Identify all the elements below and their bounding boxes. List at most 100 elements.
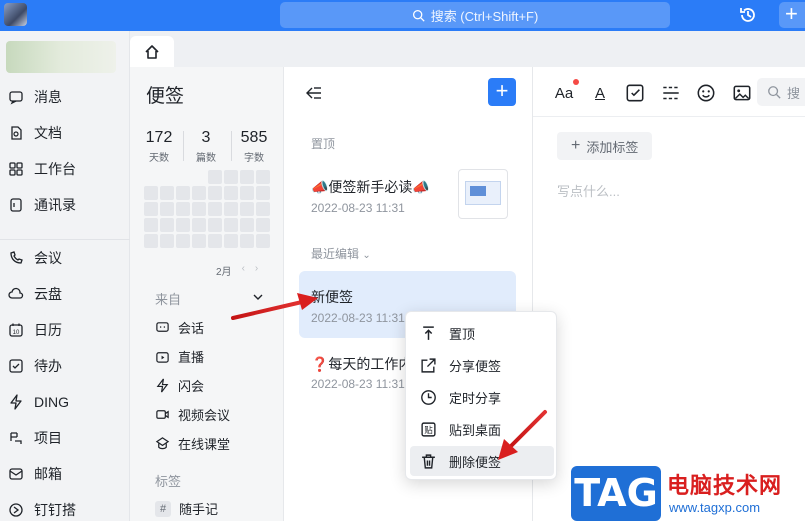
stat-label: 字数 [244, 153, 264, 164]
stat-label: 天数 [149, 153, 169, 164]
font-color-icon[interactable]: A [589, 82, 611, 104]
sidebar-item-project[interactable]: 项目 [8, 426, 62, 450]
note-title: 📣便签新手必读📣 [311, 179, 430, 195]
note-context-menu: 置顶 分享便签 定时分享 贴 贴到桌面 删除便签 [405, 311, 557, 480]
site-watermark: TAG 电脑技术网 www.tagxp.com [571, 466, 805, 521]
activity-heatmap [144, 170, 270, 248]
note-title: 新便签 [311, 289, 353, 305]
workbench-icon [9, 162, 23, 176]
sidebar-item-todo[interactable]: 待办 [8, 354, 62, 378]
create-button[interactable]: + [779, 2, 805, 28]
recent-label-text: 最近编辑 [311, 247, 360, 261]
sidebar-item-ding[interactable]: DING [8, 390, 69, 414]
calendar-icon: 10 [9, 323, 23, 337]
source-item-flash-meeting[interactable]: 闪会 [155, 374, 204, 396]
font-color-label: A [594, 84, 605, 102]
sidebar-item-label: 待办 [34, 358, 62, 374]
sidebar-item-contacts[interactable]: 通讯录 [8, 193, 76, 217]
sidebar-item-label: 通讯录 [34, 197, 76, 213]
menu-item-pin-top[interactable]: 置顶 [410, 318, 554, 348]
sidebar-item-label: 工作台 [34, 161, 76, 177]
source-label: 会话 [178, 320, 205, 336]
classroom-icon [155, 436, 170, 449]
global-search-bar[interactable]: 搜索 (Ctrl+Shift+F) [280, 2, 670, 28]
divider-icon[interactable] [660, 82, 682, 104]
stat-label: 篇数 [196, 153, 216, 164]
plus-icon: + [571, 137, 581, 154]
month-nav: 2月 ‹ › [216, 263, 258, 278]
chevron-down-icon[interactable] [252, 291, 264, 303]
home-tab[interactable] [130, 36, 174, 67]
sidebar-item-cloud[interactable]: 云盘 [8, 282, 62, 306]
menu-item-delete[interactable]: 删除便签 [410, 446, 554, 476]
tab-strip [130, 31, 805, 67]
add-tag-button[interactable]: + 添加标签 [557, 132, 653, 160]
editor-placeholder[interactable]: 写点什么... [557, 181, 620, 200]
trash-icon [422, 453, 435, 469]
paste-icon: 贴 [421, 421, 436, 437]
sidebar-item-workbench[interactable]: 工作台 [8, 157, 76, 181]
sidebar-item-docs[interactable]: 文档 [8, 121, 62, 145]
sidebar-item-label: 邮箱 [34, 466, 62, 482]
source-item-video-meeting[interactable]: 视频会议 [155, 403, 230, 425]
source-item-chat[interactable]: 会话 [155, 316, 204, 338]
collapse-arrow-icon[interactable] [304, 83, 324, 103]
stat-words: 585 字数 [229, 129, 279, 164]
source-item-live[interactable]: 直播 [155, 345, 204, 367]
chevron-left-icon[interactable]: ‹ [242, 263, 245, 278]
svg-text:10: 10 [13, 330, 20, 336]
chevron-right-icon[interactable]: › [255, 263, 258, 278]
live-icon [156, 351, 169, 363]
todo-icon [9, 359, 23, 373]
sidebar-item-label: 云盘 [34, 286, 62, 302]
image-icon[interactable] [731, 82, 753, 104]
add-note-button[interactable]: + [488, 78, 516, 106]
sidebar-item-label: 钉钉搭 [34, 502, 76, 518]
stat-value: 3 [201, 129, 211, 146]
tag-label: 随手记 [179, 502, 219, 517]
sidebar-item-calendar[interactable]: 10 日历 [8, 318, 62, 342]
sidebar-item-messages[interactable]: 消息 [8, 85, 62, 109]
top-bar: 搜索 (Ctrl+Shift+F) + [0, 0, 805, 31]
notes-category-panel: 便签 172 天数 3 篇数 585 字数 2月 ‹ › 来自 会话 直播 闪会 [130, 67, 284, 521]
org-profile[interactable] [6, 41, 116, 73]
menu-item-label: 分享便签 [449, 358, 502, 374]
share-icon [421, 357, 436, 373]
cloud-icon [8, 287, 24, 299]
tags-section-label: 标签 [155, 474, 182, 489]
menu-item-scheduled-share[interactable]: 定时分享 [410, 382, 554, 412]
source-label: 视频会议 [178, 407, 231, 423]
font-size-label: Aa [554, 84, 574, 102]
emoji-icon[interactable] [695, 82, 717, 104]
sidebar-item-label: 文档 [34, 125, 62, 141]
sidebar-item-builder[interactable]: 钉钉搭 [8, 498, 76, 521]
font-size-icon[interactable]: Aa [553, 79, 579, 104]
menu-item-share[interactable]: 分享便签 [410, 350, 554, 380]
video-meeting-icon [156, 409, 169, 419]
sidebar-item-mail[interactable]: 邮箱 [8, 462, 62, 486]
svg-text:贴: 贴 [424, 425, 433, 435]
add-tag-label: 添加标签 [586, 139, 639, 155]
menu-item-label: 定时分享 [449, 390, 502, 406]
sidebar-item-meeting[interactable]: 会议 [8, 246, 62, 270]
editor-search[interactable]: 搜 [757, 78, 805, 106]
builder-icon [9, 503, 23, 517]
chat-icon [156, 321, 169, 332]
panel-title: 便签 [146, 86, 185, 107]
menu-item-label: 贴到桌面 [449, 422, 502, 438]
document-icon [11, 126, 22, 140]
stat-value: 585 [240, 129, 268, 146]
recent-section-label[interactable]: 最近编辑 ⌄ [311, 245, 371, 262]
stat-value: 172 [145, 129, 173, 146]
note-editor: Aa A 搜 + 添加标签 写点什么... [533, 67, 805, 521]
clock-icon [421, 389, 436, 405]
tag-item[interactable]: # 随手记 [155, 499, 218, 518]
history-icon[interactable] [738, 5, 758, 25]
search-placeholder: 搜索 (Ctrl+Shift+F) [430, 8, 539, 24]
checkbox-icon[interactable] [624, 82, 646, 104]
mail-icon [9, 468, 23, 480]
menu-item-paste-desktop[interactable]: 贴 贴到桌面 [410, 414, 554, 444]
contacts-icon [10, 198, 22, 212]
app-logo[interactable] [4, 3, 27, 26]
source-item-classroom[interactable]: 在线课堂 [155, 432, 230, 454]
